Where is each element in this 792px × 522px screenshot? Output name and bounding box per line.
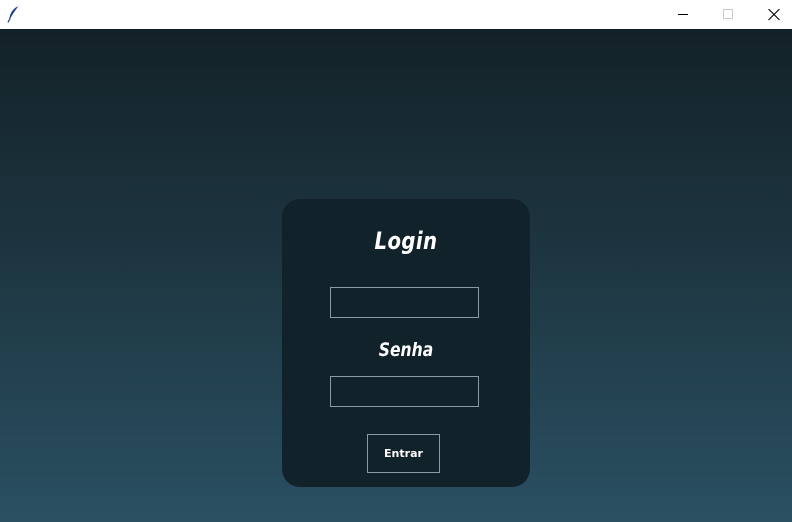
app-window: Login Senha Entrar xyxy=(0,0,792,522)
window-content: Login Senha Entrar xyxy=(0,29,792,522)
title-bar[interactable] xyxy=(0,0,792,29)
password-input[interactable] xyxy=(330,376,479,407)
maximize-icon xyxy=(723,9,733,19)
close-button[interactable] xyxy=(751,0,792,29)
minimize-button[interactable] xyxy=(660,0,706,29)
minimize-icon xyxy=(678,14,688,15)
username-input[interactable] xyxy=(330,287,479,318)
login-title: Login xyxy=(374,227,438,255)
password-label: Senha xyxy=(378,339,434,361)
close-icon xyxy=(768,9,780,21)
login-button[interactable]: Entrar xyxy=(367,434,440,473)
feather-icon xyxy=(6,5,22,23)
maximize-button[interactable] xyxy=(705,0,751,29)
login-card: Login Senha Entrar xyxy=(282,199,530,487)
